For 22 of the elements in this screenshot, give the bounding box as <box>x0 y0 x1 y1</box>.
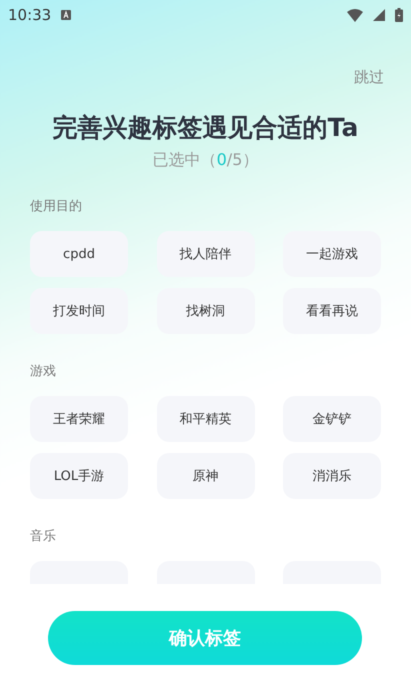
interest-tag[interactable]: 原神 <box>156 453 254 499</box>
section-title: 使用目的 <box>30 198 83 215</box>
interest-tag[interactable]: 找人陪伴 <box>156 231 254 277</box>
selection-counter: 已选中（0/5） <box>152 150 260 171</box>
page-title: 完善兴趣标签遇见合适的Ta <box>52 112 360 144</box>
interest-tag[interactable]: 打发时间 <box>30 288 128 334</box>
interest-tag[interactable]: 一起游戏 <box>283 231 381 277</box>
status-time: 10:33 <box>8 6 52 24</box>
wifi-icon <box>347 8 363 22</box>
interest-tag[interactable]: cpdd <box>30 231 128 277</box>
battery-icon <box>395 8 403 22</box>
signal-icon <box>373 9 385 21</box>
interest-tag[interactable]: 消消乐 <box>283 453 381 499</box>
interest-tag[interactable]: 王者荣耀 <box>30 396 128 442</box>
keyboard-icon <box>61 10 72 20</box>
interest-tag[interactable]: 金铲铲 <box>283 396 381 442</box>
interest-tag[interactable]: 找树洞 <box>156 288 254 334</box>
interest-tag[interactable]: LOL手游 <box>30 453 128 499</box>
section-title: 游戏 <box>30 363 57 380</box>
interest-tag[interactable]: 看看再说 <box>283 288 381 334</box>
interest-tag[interactable]: 和平精英 <box>156 396 254 442</box>
section-title: 音乐 <box>30 528 57 545</box>
